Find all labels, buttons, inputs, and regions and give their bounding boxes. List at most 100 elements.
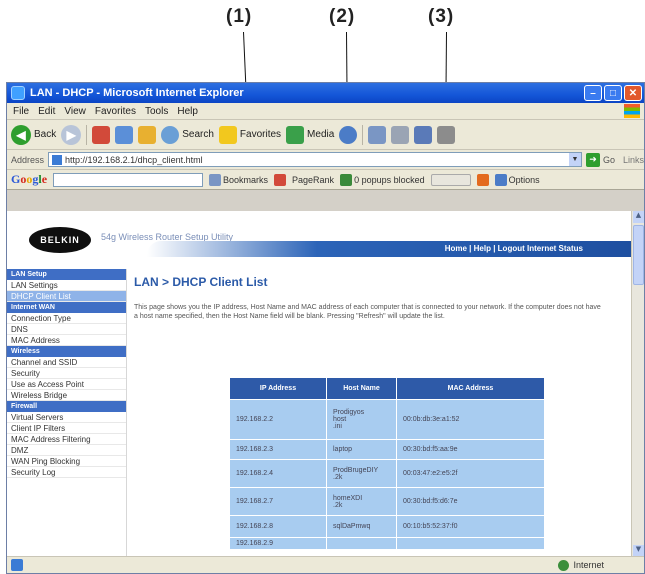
home-icon[interactable]: [138, 125, 157, 144]
table-row: 192.168.2.8 sqlDaPmwq 00:10:b5:52:37:f0: [229, 515, 545, 538]
back-label: Back: [34, 129, 57, 140]
edit-icon[interactable]: [414, 125, 433, 144]
belkin-header: BELKIN 54g Wireless Router Setup Utility…: [7, 211, 633, 269]
vertical-scrollbar[interactable]: ▲ ▼: [631, 211, 644, 557]
maximize-button[interactable]: □: [604, 85, 622, 101]
sidebar-section: LAN Setup: [7, 269, 126, 280]
table-row: 192.168.2.9: [229, 537, 545, 550]
dhcp-client-table: IP Address Host Name MAC Address 192.168…: [229, 377, 545, 550]
sidebar-item[interactable]: Connection Type: [7, 313, 126, 324]
table-row: 192.168.2.3 laptop 00:30:bd:f5:aa:9e: [229, 439, 545, 460]
media-icon: [286, 125, 305, 144]
sidebar-section: Internet WAN: [7, 302, 126, 313]
sidebar-item[interactable]: Channel and SSID: [7, 357, 126, 368]
favorites-label: Favorites: [239, 129, 282, 140]
stop-icon[interactable]: [92, 125, 111, 144]
sidebar-item[interactable]: Use as Access Point: [7, 379, 126, 390]
sidebar-item[interactable]: MAC Address: [7, 335, 126, 346]
callout-1: (1): [226, 6, 253, 27]
search-button[interactable]: Search: [161, 125, 214, 144]
sidebar-item[interactable]: LAN Settings: [7, 280, 126, 291]
popup-blocker-button[interactable]: 0 popups blocked: [340, 173, 425, 186]
search-icon: [161, 125, 180, 144]
window-title: LAN - DHCP - Microsoft Internet Explorer: [30, 87, 244, 99]
go-label: Go: [602, 154, 615, 165]
address-input[interactable]: http://192.168.2.1/dhcp_client.html ▼: [48, 152, 582, 167]
options-icon[interactable]: [476, 173, 489, 186]
menu-tools[interactable]: Tools: [145, 106, 168, 117]
cell-host-name: ProdBrugeDIY .2k: [326, 459, 397, 488]
cell-mac-address: 00:30:bd:f5:d6:7e: [396, 487, 545, 516]
scroll-thumb[interactable]: [633, 225, 644, 285]
header-links[interactable]: Home | Help | Logout Internet Status: [445, 244, 583, 253]
go-button[interactable]: ➜ Go: [585, 152, 615, 167]
address-dropdown-icon[interactable]: ▼: [568, 153, 581, 166]
bookmarks-label: Bookmarks: [223, 174, 269, 185]
sidebar-item[interactable]: Security: [7, 368, 126, 379]
mail-icon[interactable]: [368, 125, 387, 144]
table-row: 192.168.2.4 ProdBrugeDIY .2k 00:03:47:e2:e…: [229, 459, 545, 488]
sidebar-item[interactable]: Wireless Bridge: [7, 390, 126, 401]
menu-favorites[interactable]: Favorites: [95, 106, 136, 117]
minimize-button[interactable]: –: [584, 85, 602, 101]
forward-button[interactable]: ▶: [61, 124, 82, 145]
sidebar-section: Firewall: [7, 401, 126, 412]
cell-mac-address: 00:30:bd:f5:aa:9e: [396, 439, 545, 460]
callout-2: (2): [329, 6, 356, 27]
sidebar-item[interactable]: Virtual Servers: [7, 412, 126, 423]
address-url: http://192.168.2.1/dhcp_client.html: [65, 154, 203, 165]
menu-help[interactable]: Help: [177, 106, 198, 117]
menu-file[interactable]: File: [13, 106, 29, 117]
google-pagerank-icon[interactable]: [274, 173, 287, 186]
back-button[interactable]: ◀ Back: [11, 124, 57, 145]
options-label: Options: [508, 174, 540, 185]
scroll-up-icon[interactable]: ▲: [633, 211, 644, 223]
google-toolbar: Google Bookmarks PageRank 0 popups block…: [7, 170, 644, 190]
cell-ip-address: 192.168.2.4: [229, 459, 327, 488]
messenger-icon[interactable]: [437, 125, 456, 144]
cell-mac-address: 00:10:b5:52:37:f0: [396, 515, 545, 538]
callout-layer: (1) (2) (3): [0, 0, 645, 362]
cell-mac-address: 00:03:47:e2:e5:2f: [396, 459, 545, 488]
callout-3: (3): [428, 6, 455, 27]
security-zone: Internet: [558, 559, 604, 571]
pagerank-label[interactable]: PageRank: [292, 175, 334, 185]
sidebar-item[interactable]: Client IP Filters: [7, 423, 126, 434]
cell-ip-address: 192.168.2.9: [229, 537, 327, 550]
back-arrow-icon: ◀: [11, 124, 31, 145]
cell-ip-address: 192.168.2.7: [229, 487, 327, 516]
autofill-button[interactable]: [430, 173, 471, 186]
sidebar-item[interactable]: MAC Address Filtering: [7, 434, 126, 445]
close-button[interactable]: ✕: [624, 85, 642, 101]
google-bookmarks-button[interactable]: Bookmarks: [209, 173, 269, 186]
history-icon[interactable]: [339, 125, 358, 144]
cell-ip-address: 192.168.2.8: [229, 515, 327, 538]
media-button[interactable]: Media: [286, 125, 334, 144]
sidebar-nav: LAN Setup LAN Settings DHCP Client List Int…: [7, 269, 127, 557]
windows-logo-icon: [624, 104, 640, 118]
settings-icon: [494, 173, 507, 186]
menu-edit[interactable]: Edit: [38, 106, 55, 117]
sidebar-item[interactable]: DMZ: [7, 445, 126, 456]
links-label[interactable]: Links: [623, 155, 644, 165]
refresh-icon[interactable]: [115, 125, 134, 144]
print-icon[interactable]: [391, 125, 410, 144]
favorites-button[interactable]: Favorites: [218, 125, 282, 144]
sidebar-item[interactable]: WAN Ping Blocking: [7, 456, 126, 467]
header-host-name: Host Name: [326, 377, 397, 400]
google-search-input[interactable]: [53, 172, 204, 187]
belkin-logo: BELKIN: [29, 227, 91, 253]
sidebar-item[interactable]: Security Log: [7, 467, 126, 478]
sidebar-item[interactable]: DHCP Client List: [7, 291, 126, 302]
table-row: 192.168.2.2 Prodigyos host .ini 00:0b:db:3…: [229, 399, 545, 440]
page-title: LAN > DHCP Client List: [134, 275, 268, 289]
zone-label: Internet: [573, 560, 604, 570]
menu-view[interactable]: View: [64, 106, 86, 117]
sidebar-item[interactable]: DNS: [7, 324, 126, 335]
main-panel: LAN > DHCP Client List This page shows y…: [134, 269, 624, 557]
standard-toolbar: ◀ Back ▶ Search Favorites Media: [7, 120, 644, 150]
sidebar-section: Wireless: [7, 346, 126, 357]
menu-bar: File Edit View Favorites Tools Help: [7, 103, 644, 120]
cell-mac-address: 00:0b:db:3e:a1:52: [396, 399, 545, 440]
google-options-button[interactable]: Options: [494, 173, 540, 186]
